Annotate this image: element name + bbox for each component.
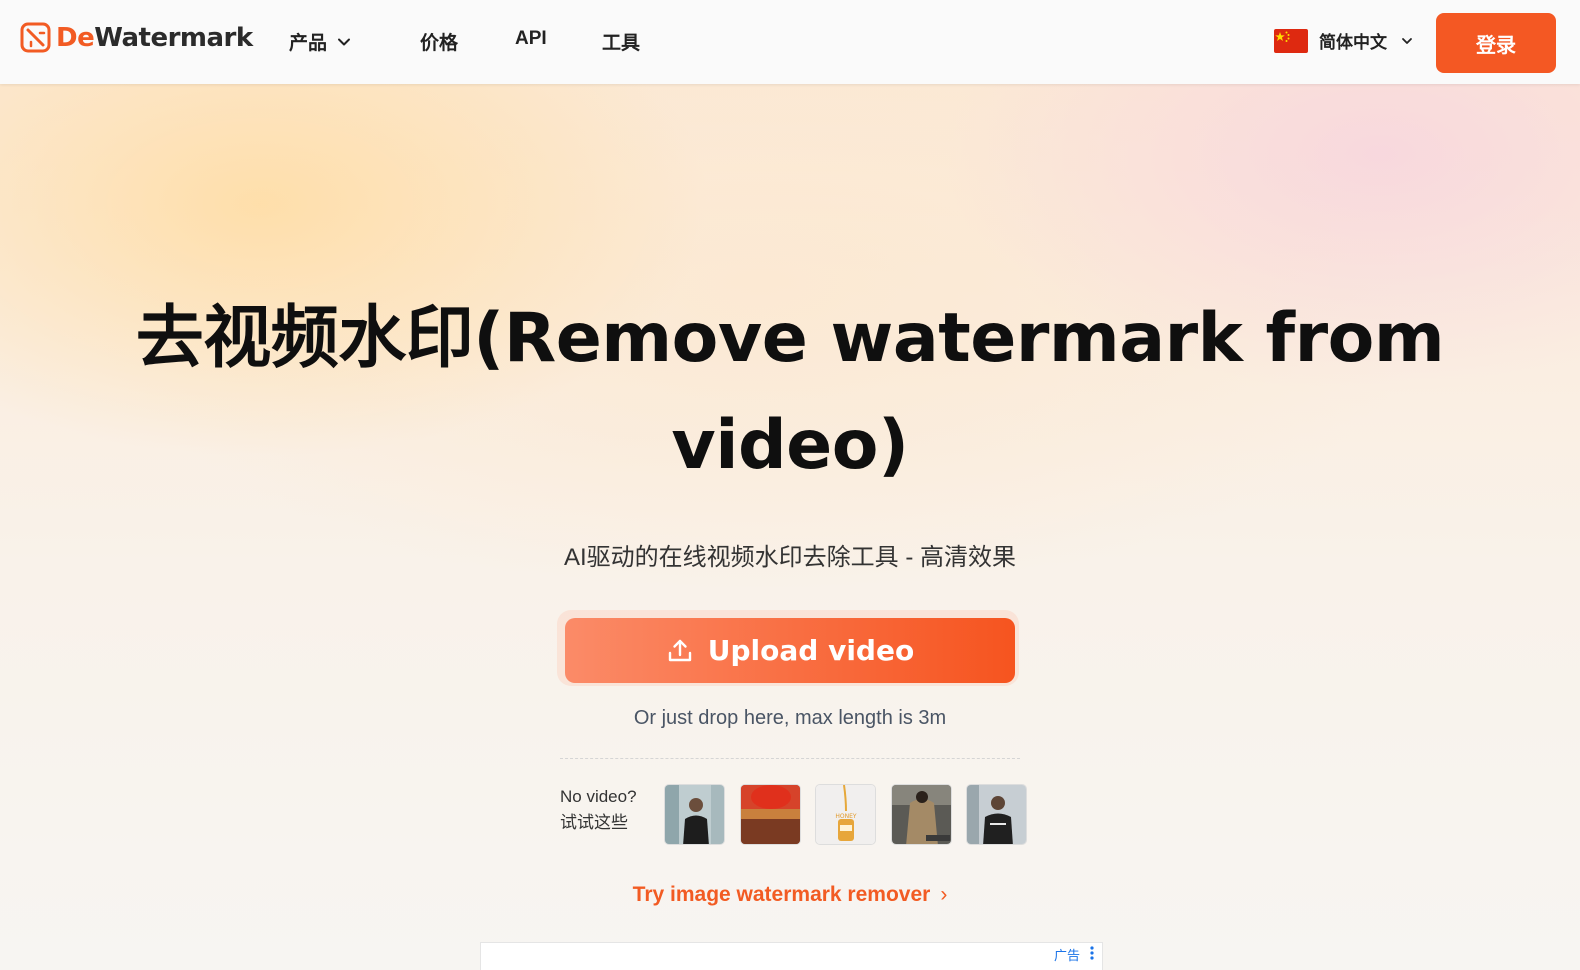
samples-label: No video? 试试这些	[560, 784, 637, 836]
sample-image-man-black-tee	[665, 785, 724, 844]
nav-products[interactable]: 产品	[289, 28, 351, 55]
chevron-down-icon	[338, 38, 351, 45]
hero-subtitle: AI驱动的在线视频水印去除工具 - 高清效果	[563, 544, 1016, 571]
svg-text:HONEY: HONEY	[835, 813, 857, 820]
chevron-right-icon: ›	[940, 883, 948, 906]
sample-image-woman-jacket	[892, 785, 951, 844]
sample-image-red-sky-field	[741, 785, 800, 844]
sample-thumb-1[interactable]	[664, 784, 725, 845]
logo[interactable]: DeWatermark	[20, 22, 253, 53]
nav-tools-label: 工具	[602, 33, 641, 54]
language-label: 简体中文	[1319, 33, 1387, 52]
samples-label-line2: 试试这些	[560, 813, 628, 832]
sample-thumb-3[interactable]: HONEY	[815, 784, 876, 845]
sample-thumb-2[interactable]	[740, 784, 801, 845]
upload-icon	[668, 639, 691, 661]
try-image-remover-link[interactable]: Try image watermark remover ›	[560, 883, 1020, 907]
nav-api-label: API	[515, 28, 547, 49]
logo-text: DeWatermark	[56, 22, 253, 53]
nav-tools[interactable]: 工具	[602, 28, 640, 55]
nav-pricing[interactable]: 价格	[420, 28, 458, 55]
samples-label-line1: No video?	[560, 787, 637, 806]
login-button[interactable]: 登录	[1436, 13, 1556, 73]
ad-banner[interactable]	[480, 942, 1103, 970]
site-header: DeWatermark 产品 价格 API 工具 简体中文 登录	[0, 0, 1580, 84]
more-options-icon[interactable]	[1089, 946, 1095, 960]
ad-label: 广告	[1054, 948, 1081, 963]
chevron-down-icon	[1402, 37, 1412, 44]
divider	[560, 758, 1020, 759]
upload-video-button[interactable]: Upload video	[565, 618, 1015, 683]
china-flag-icon	[1274, 28, 1308, 53]
dewatermark-logo-icon	[20, 22, 51, 53]
sample-thumb-5[interactable]	[966, 784, 1027, 845]
upload-video-label: Upload video	[707, 634, 915, 667]
sample-image-honey-jar: HONEY	[816, 785, 875, 844]
nav-products-label: 产品	[289, 33, 328, 54]
language-selector[interactable]: 简体中文	[1274, 28, 1413, 53]
try-image-remover-label: Try image watermark remover	[632, 883, 931, 906]
drop-hint: Or just drop here, max length is 3m	[633, 707, 947, 729]
sample-image-man-logo-tee	[967, 785, 1026, 844]
page-title: 去视频水印(Remove watermark from video)	[135, 299, 1445, 485]
nav-api[interactable]: API	[515, 28, 547, 50]
sample-thumb-4[interactable]	[891, 784, 952, 845]
nav-pricing-label: 价格	[420, 33, 459, 54]
